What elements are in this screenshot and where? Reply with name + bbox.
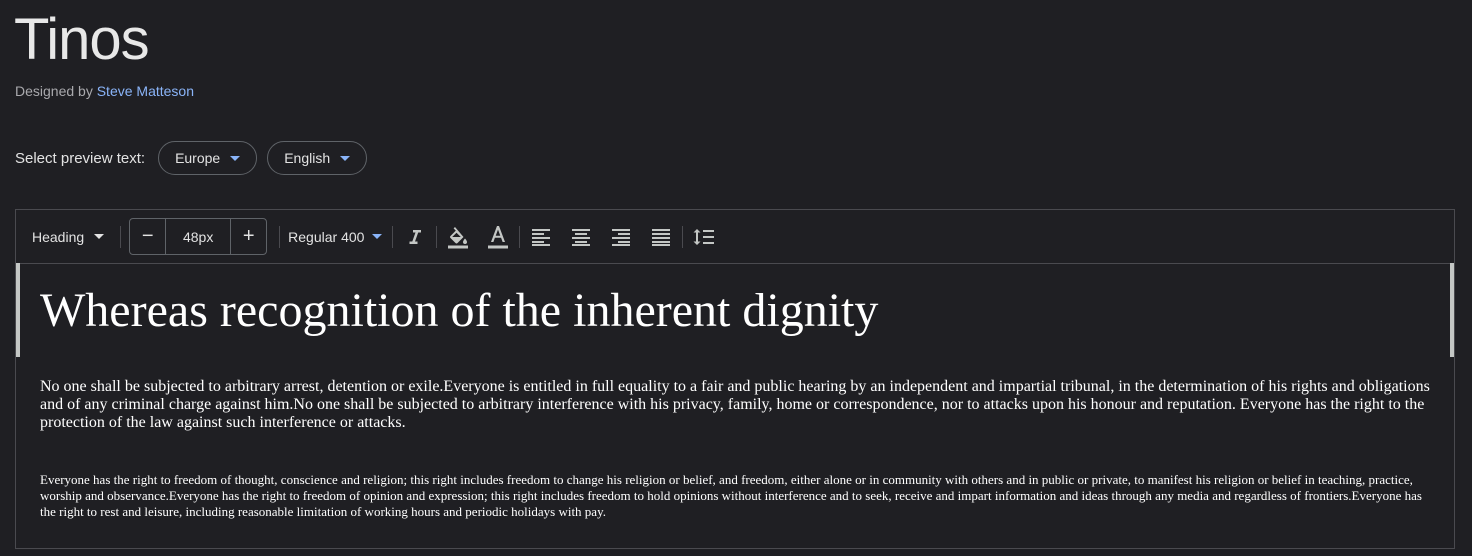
divider [436,225,438,248]
line-height-icon [693,228,715,245]
heading-preview-text[interactable]: Whereas recognition of the inherent dign… [40,281,878,341]
language-dropdown[interactable]: English [267,141,368,175]
style-dropdown[interactable]: Heading [32,228,105,245]
text-color-icon [488,225,509,248]
italic-icon [409,229,422,244]
font-specimen-page: Tinos Designed by Steve Matteson Select … [0,0,1472,556]
designed-by-label: Designed by [15,83,93,99]
designer-link[interactable]: Steve Matteson [97,83,194,99]
text-color-button[interactable] [478,219,518,255]
align-left-icon [532,228,551,246]
fill-color-icon [448,226,469,248]
align-center-icon [572,228,591,246]
font-title: Tinos [14,7,150,72]
divider [682,225,684,248]
style-value: Heading [32,228,85,245]
align-right-button[interactable] [601,219,641,255]
align-justify-button[interactable] [641,219,681,255]
divider [392,225,394,248]
divider [120,225,122,248]
weight-dropdown[interactable]: Regular 400 [288,228,383,245]
language-value: English [284,150,331,166]
type-tester: Heading − 48px + Regular 400 Whereas rec… [15,209,1455,549]
paragraph-preview-text[interactable]: No one shall be subjected to arbitrary a… [40,378,1436,432]
chevron-down-icon [372,234,383,239]
align-left-button[interactable] [521,219,561,255]
chevron-down-icon [340,155,351,161]
preview-area: Whereas recognition of the inherent dign… [16,263,1454,548]
region-value: Europe [175,150,221,166]
align-justify-icon [652,228,671,246]
decrease-size-button[interactable]: − [130,219,165,254]
font-size-stepper: − 48px + [129,218,268,255]
line-height-button[interactable] [684,219,724,255]
small-paragraph-preview-text[interactable]: Everyone has the right to freedom of tho… [40,472,1436,520]
designer-line: Designed by Steve Matteson [15,83,194,99]
preview-text-selector: Select preview text: Europe English [15,141,368,175]
chevron-down-icon [230,155,241,161]
increase-size-button[interactable]: + [231,219,266,254]
italic-button[interactable] [395,219,435,255]
region-dropdown[interactable]: Europe [158,141,258,175]
align-center-button[interactable] [561,219,601,255]
divider [519,225,521,248]
weight-value: Regular 400 [288,228,365,245]
background-color-button[interactable] [438,219,478,255]
chevron-down-icon [94,234,105,239]
divider [279,225,281,248]
heading-preview-block[interactable]: Whereas recognition of the inherent dign… [16,263,1454,357]
align-right-icon [612,228,631,246]
type-tester-toolbar: Heading − 48px + Regular 400 [16,210,1454,264]
font-size-value[interactable]: 48px [165,219,232,254]
preview-text-label: Select preview text: [15,149,146,167]
